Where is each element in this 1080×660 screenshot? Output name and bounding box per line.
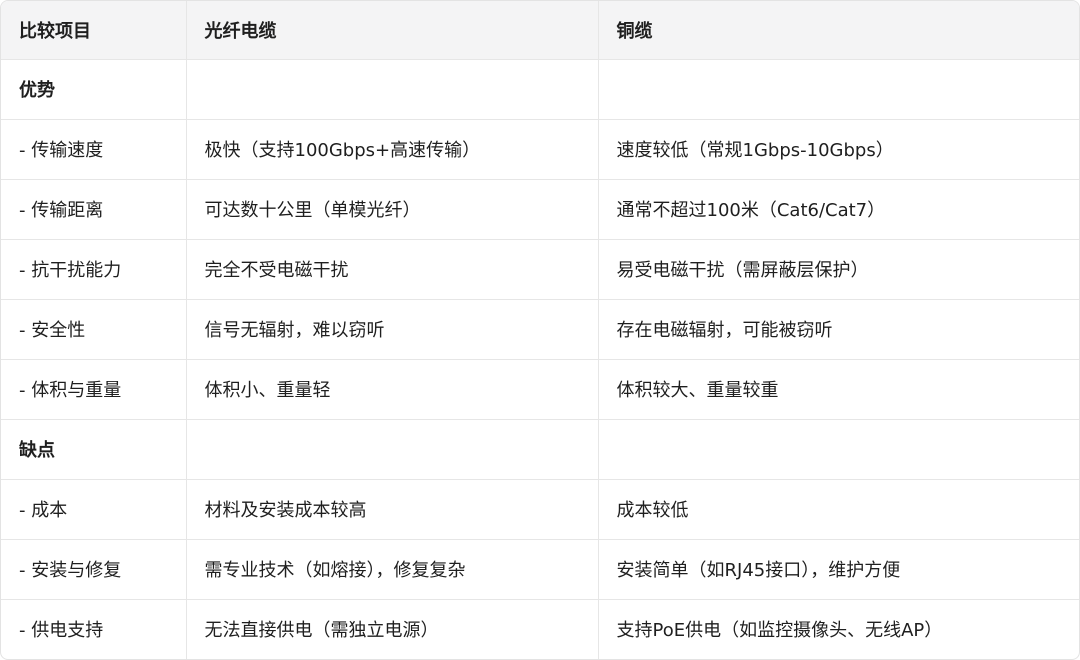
row-copper: 成本较低 bbox=[598, 479, 1079, 540]
row-copper: 存在电磁辐射，可能被窃听 bbox=[598, 299, 1079, 360]
row-item: - 成本 bbox=[1, 479, 187, 540]
empty-cell bbox=[598, 419, 1079, 480]
empty-cell bbox=[598, 59, 1079, 120]
row-item: - 传输距离 bbox=[1, 179, 187, 240]
row-item: - 供电支持 bbox=[1, 599, 187, 659]
row-item: - 传输速度 bbox=[1, 119, 187, 180]
table-row: - 供电支持 无法直接供电（需独立电源） 支持PoE供电（如监控摄像头、无线AP… bbox=[1, 599, 1079, 659]
row-copper: 体积较大、重量较重 bbox=[598, 359, 1079, 420]
header-fiber: 光纤电缆 bbox=[186, 1, 599, 60]
table-header-row: 比较项目 光纤电缆 铜缆 bbox=[1, 1, 1079, 60]
row-copper: 安装简单（如RJ45接口），维护方便 bbox=[598, 539, 1079, 600]
table-row: - 传输速度 极快（支持100Gbps+高速传输） 速度较低（常规1Gbps-1… bbox=[1, 119, 1079, 180]
row-fiber: 可达数十公里（单模光纤） bbox=[186, 179, 599, 240]
row-fiber: 信号无辐射，难以窃听 bbox=[186, 299, 599, 360]
header-item: 比较项目 bbox=[1, 1, 187, 60]
row-copper: 速度较低（常规1Gbps-10Gbps） bbox=[598, 119, 1079, 180]
row-item: - 体积与重量 bbox=[1, 359, 187, 420]
row-item: - 抗干扰能力 bbox=[1, 239, 187, 300]
section-label: 缺点 bbox=[1, 419, 187, 480]
table-row: - 体积与重量 体积小、重量轻 体积较大、重量较重 bbox=[1, 359, 1079, 420]
table-row: - 成本 材料及安装成本较高 成本较低 bbox=[1, 479, 1079, 540]
table-row: - 安装与修复 需专业技术（如熔接），修复复杂 安装简单（如RJ45接口），维护… bbox=[1, 539, 1079, 600]
row-copper: 易受电磁干扰（需屏蔽层保护） bbox=[598, 239, 1079, 300]
row-fiber: 需专业技术（如熔接），修复复杂 bbox=[186, 539, 599, 600]
table-row: - 抗干扰能力 完全不受电磁干扰 易受电磁干扰（需屏蔽层保护） bbox=[1, 239, 1079, 300]
row-copper: 通常不超过100米（Cat6/Cat7） bbox=[598, 179, 1079, 240]
empty-cell bbox=[186, 419, 599, 480]
empty-cell bbox=[186, 59, 599, 120]
row-fiber: 材料及安装成本较高 bbox=[186, 479, 599, 540]
section-row-advantages: 优势 bbox=[1, 59, 1079, 120]
comparison-table: 比较项目 光纤电缆 铜缆 优势 - 传输速度 极快（支持100Gbps+高速传输… bbox=[1, 1, 1079, 659]
section-label: 优势 bbox=[1, 59, 187, 120]
section-row-disadvantages: 缺点 bbox=[1, 419, 1079, 480]
row-item: - 安装与修复 bbox=[1, 539, 187, 600]
row-fiber: 完全不受电磁干扰 bbox=[186, 239, 599, 300]
table-row: - 传输距离 可达数十公里（单模光纤） 通常不超过100米（Cat6/Cat7） bbox=[1, 179, 1079, 240]
row-fiber: 极快（支持100Gbps+高速传输） bbox=[186, 119, 599, 180]
row-item: - 安全性 bbox=[1, 299, 187, 360]
row-fiber: 无法直接供电（需独立电源） bbox=[186, 599, 599, 659]
table-row: - 安全性 信号无辐射，难以窃听 存在电磁辐射，可能被窃听 bbox=[1, 299, 1079, 360]
row-copper: 支持PoE供电（如监控摄像头、无线AP） bbox=[616, 620, 943, 642]
header-copper: 铜缆 bbox=[598, 1, 1079, 60]
comparison-table-container: 比较项目 光纤电缆 铜缆 优势 - 传输速度 极快（支持100Gbps+高速传输… bbox=[0, 0, 1080, 660]
row-fiber: 体积小、重量轻 bbox=[186, 359, 599, 420]
